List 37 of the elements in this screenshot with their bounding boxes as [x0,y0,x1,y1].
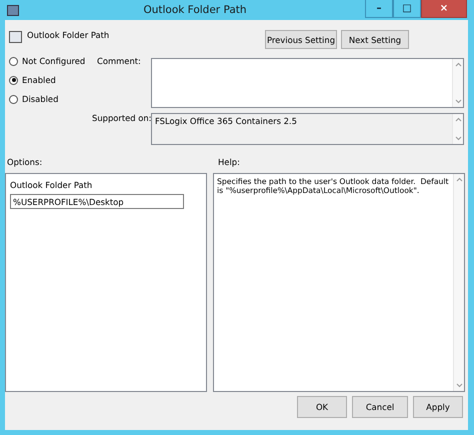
radio-option[interactable]: Disabled [9,93,89,105]
radio-option[interactable]: Not Configured [9,55,89,67]
radio-button[interactable] [9,76,18,84]
window-title: Outlook Folder Path [142,4,248,16]
policy-icon [9,31,22,43]
radio-button[interactable] [9,94,18,104]
scrollbar[interactable] [453,174,464,391]
radio-label: Not Configured [22,56,86,66]
comment-field[interactable] [151,58,464,108]
close-button[interactable]: × [421,0,467,18]
options-label: Options: [6,157,44,169]
scrollbar[interactable] [452,114,463,144]
scroll-down-icon[interactable] [454,136,462,141]
scrollbar[interactable] [452,59,463,107]
minimize-button[interactable]: – [365,0,393,18]
scroll-down-icon[interactable] [456,383,462,388]
apply-button[interactable]: Apply [413,396,463,418]
folder-path-field[interactable]: %USERPROFILE%\Desktop [10,194,184,209]
supported-on-text: FSLogix Office 365 Containers 2.5 [154,115,298,128]
scroll-up-icon[interactable] [454,117,462,122]
radio-label: Enabled [22,75,56,85]
next-setting-button[interactable]: Next Setting [341,30,409,49]
radio-button[interactable] [9,56,18,66]
scroll-up-icon[interactable] [454,62,462,67]
help-label: Help: [218,157,240,169]
radio-label: Disabled [22,94,58,104]
app-icon [7,4,19,16]
cancel-button[interactable]: Cancel [352,396,408,418]
comment-label: Comment: [97,56,141,66]
radio-option[interactable]: Enabled [9,74,89,86]
supported-on-label: Supported on: [92,113,152,123]
field-label: Outlook Folder Path [9,179,94,190]
setting-title: Outlook Folder Path [27,30,110,42]
scroll-down-icon[interactable] [454,99,462,104]
scroll-up-icon[interactable] [456,177,462,182]
ok-button[interactable]: OK [297,396,347,418]
previous-setting-button[interactable]: Previous Setting [265,30,337,49]
